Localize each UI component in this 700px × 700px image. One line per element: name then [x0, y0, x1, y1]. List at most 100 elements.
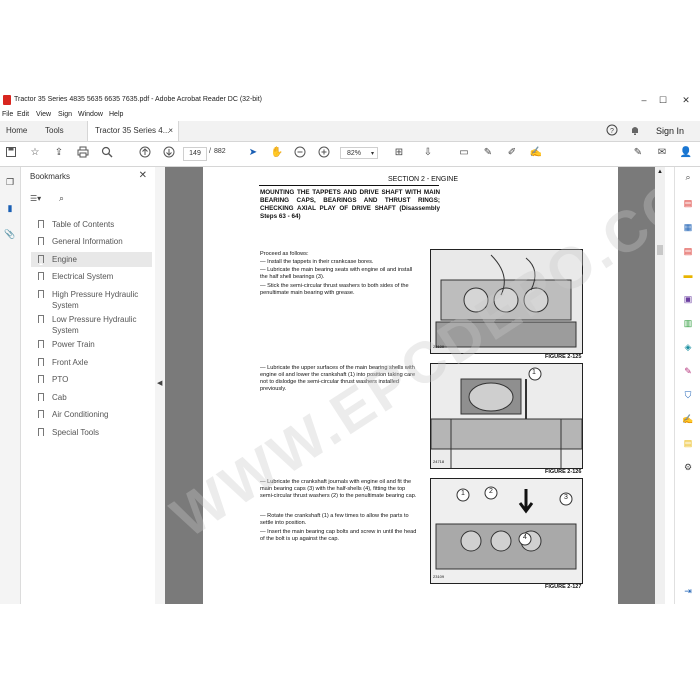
- section-title: SECTION 2 - ENGINE: [388, 176, 459, 183]
- collapse-panel-icon[interactable]: ◀: [157, 379, 162, 387]
- bookmark-icon: [38, 237, 44, 247]
- attachments-icon[interactable]: 📎: [3, 229, 17, 243]
- bookmark-icon: [38, 255, 44, 265]
- page-view-icon[interactable]: ⊞: [392, 146, 406, 160]
- edit-pdf-icon[interactable]: ✎: [631, 146, 645, 160]
- create-pdf-icon[interactable]: ▤: [682, 245, 694, 257]
- callout-label: 1: [532, 369, 536, 376]
- menu-bar: File Edit View Sign Window Help: [0, 110, 700, 121]
- search-icon[interactable]: ⌕: [682, 171, 694, 183]
- figure-code: 24718: [433, 459, 445, 464]
- maximize-button[interactable]: ☐: [656, 94, 670, 106]
- hand-tool-icon[interactable]: ✋: [270, 146, 284, 160]
- send-signature-icon[interactable]: ✍: [682, 413, 694, 425]
- menu-view[interactable]: View: [36, 111, 51, 118]
- sign-in-button[interactable]: Sign In: [656, 121, 684, 141]
- sign-tag-icon[interactable]: ✍: [529, 146, 543, 160]
- scroll-up-icon[interactable]: ▲: [657, 169, 663, 175]
- menu-file[interactable]: File: [2, 111, 13, 118]
- search-icon[interactable]: [100, 146, 114, 160]
- select-cursor-icon[interactable]: ➤: [246, 146, 260, 160]
- page-separator: /: [209, 148, 211, 155]
- draw-icon[interactable]: ✐: [505, 146, 519, 160]
- vertical-scrollbar[interactable]: ▲: [655, 167, 665, 604]
- notification-bell-icon[interactable]: [629, 124, 641, 139]
- bookmark-options-icon[interactable]: ☰▾: [30, 194, 41, 203]
- close-panel-icon[interactable]: ✕: [139, 170, 147, 181]
- bookmark-item-general-information[interactable]: General Information: [31, 236, 152, 247]
- tab-close-icon[interactable]: ×: [168, 121, 173, 141]
- close-window-button[interactable]: ✕: [679, 94, 693, 106]
- edit-pdf-icon[interactable]: ▦: [682, 221, 694, 233]
- bookmark-item-high-pressure-hydraulic-system[interactable]: High Pressure Hydraulic System: [31, 289, 152, 311]
- add-user-icon[interactable]: 👤: [679, 146, 693, 160]
- export-pdf-icon[interactable]: ▤: [682, 197, 694, 209]
- bookmark-item-low-pressure-hydraulic-system[interactable]: Low Pressure Hydraulic System: [31, 314, 152, 336]
- page-heading: MOUNTING THE TAPPETS AND DRIVE SHAFT WIT…: [260, 189, 440, 220]
- combine-files-icon[interactable]: ▣: [682, 293, 694, 305]
- zoom-out-icon[interactable]: [293, 146, 307, 160]
- bookmark-label: Low Pressure Hydraulic System: [52, 315, 137, 335]
- menu-edit[interactable]: Edit: [17, 111, 29, 118]
- zoom-select[interactable]: 82% ▾: [340, 147, 378, 159]
- bookmark-label: Power Train: [52, 340, 95, 349]
- minimize-button[interactable]: –: [637, 94, 651, 106]
- bookmark-item-pto[interactable]: PTO: [31, 374, 152, 385]
- bookmark-label: Cab: [52, 393, 67, 402]
- scroll-thumb[interactable]: [657, 245, 663, 255]
- protect-shield-icon[interactable]: ⛉: [682, 389, 694, 401]
- menu-help[interactable]: Help: [109, 111, 123, 118]
- comment-icon[interactable]: ▭: [457, 146, 471, 160]
- thumbnails-icon[interactable]: ❐: [3, 177, 17, 191]
- page-number-input[interactable]: 149: [183, 147, 207, 161]
- bookmark-label: Air Conditioning: [52, 410, 109, 419]
- bookmark-icon: [38, 220, 44, 230]
- bookmark-search-icon[interactable]: ⌕: [59, 193, 64, 204]
- print-icon[interactable]: [76, 146, 90, 160]
- bookmark-item-special-tools[interactable]: Special Tools: [31, 427, 152, 438]
- upload-cloud-icon[interactable]: ⇪: [52, 146, 66, 160]
- scan-ocr-icon[interactable]: ◈: [682, 341, 694, 353]
- bookmark-item-cab[interactable]: Cab: [31, 392, 152, 403]
- bookmarks-icon[interactable]: ▮: [3, 203, 17, 217]
- menu-sign[interactable]: Sign: [58, 111, 72, 118]
- figure-caption: FIGURE 2-125: [545, 354, 582, 360]
- bookmark-item-air-conditioning[interactable]: Air Conditioning: [31, 409, 152, 420]
- figure-code: 23109: [433, 574, 445, 579]
- highlight-pen-icon[interactable]: ✎: [481, 146, 495, 160]
- organize-pages-icon[interactable]: ▥: [682, 317, 694, 329]
- scroll-mode-icon[interactable]: ⇩: [421, 146, 435, 160]
- right-tools-rail: ⌕ ▤ ▦ ▤ ▬ ▣ ▥ ◈ ✎ ⛉ ✍ ▤ ⚙ ⇥: [674, 167, 700, 604]
- tab-document[interactable]: Tractor 35 Series 4... ×: [87, 121, 179, 141]
- fill-sign-icon[interactable]: ✎: [682, 365, 694, 377]
- email-icon[interactable]: ✉: [655, 146, 669, 160]
- expand-arrow-icon[interactable]: ⇥: [682, 585, 694, 597]
- tab-tools[interactable]: Tools: [45, 121, 64, 141]
- document-viewport[interactable]: SECTION 2 - ENGINE MOUNTING THE TAPPETS …: [165, 167, 655, 604]
- bookmark-item-engine[interactable]: Engine: [31, 252, 152, 267]
- bookmark-icon: [38, 375, 44, 385]
- bookmark-item-electrical-system[interactable]: Electrical System: [31, 271, 152, 282]
- toolbar: ☆ ⇪ 149 / 882 ➤ ✋ 82% ▾ ⊞ ⇩ ▭ ✎ ✐ ✍ ✎ ✉ …: [0, 142, 700, 167]
- bookmark-item-table-of-contents[interactable]: Table of Contents: [31, 219, 152, 230]
- bookmark-label: Table of Contents: [52, 220, 115, 229]
- more-tools-icon[interactable]: ⚙: [682, 461, 694, 473]
- bookmark-label: Special Tools: [52, 428, 99, 437]
- bookmark-label: PTO: [52, 375, 69, 384]
- bookmark-item-front-axle[interactable]: Front Axle: [31, 357, 152, 368]
- zoom-in-icon[interactable]: [317, 146, 331, 160]
- help-icon[interactable]: ?: [606, 124, 618, 139]
- tab-home[interactable]: Home: [6, 121, 27, 141]
- step-text: — Install the tappets in their crankcase…: [260, 259, 374, 265]
- save-icon[interactable]: [4, 146, 18, 160]
- next-page-icon[interactable]: [162, 146, 176, 160]
- comment-icon[interactable]: ▬: [682, 269, 694, 281]
- menu-window[interactable]: Window: [78, 111, 103, 118]
- more-tools-icon[interactable]: ▤: [682, 437, 694, 449]
- previous-page-icon[interactable]: [138, 146, 152, 160]
- bookmark-item-power-train[interactable]: Power Train: [31, 339, 152, 350]
- bookmark-star-icon[interactable]: ☆: [28, 146, 42, 160]
- figure-caption: FIGURE 2-127: [545, 584, 582, 590]
- step-text: — Insert the main bearing cap bolts and …: [260, 529, 417, 542]
- panel-splitter[interactable]: ◀: [155, 167, 165, 604]
